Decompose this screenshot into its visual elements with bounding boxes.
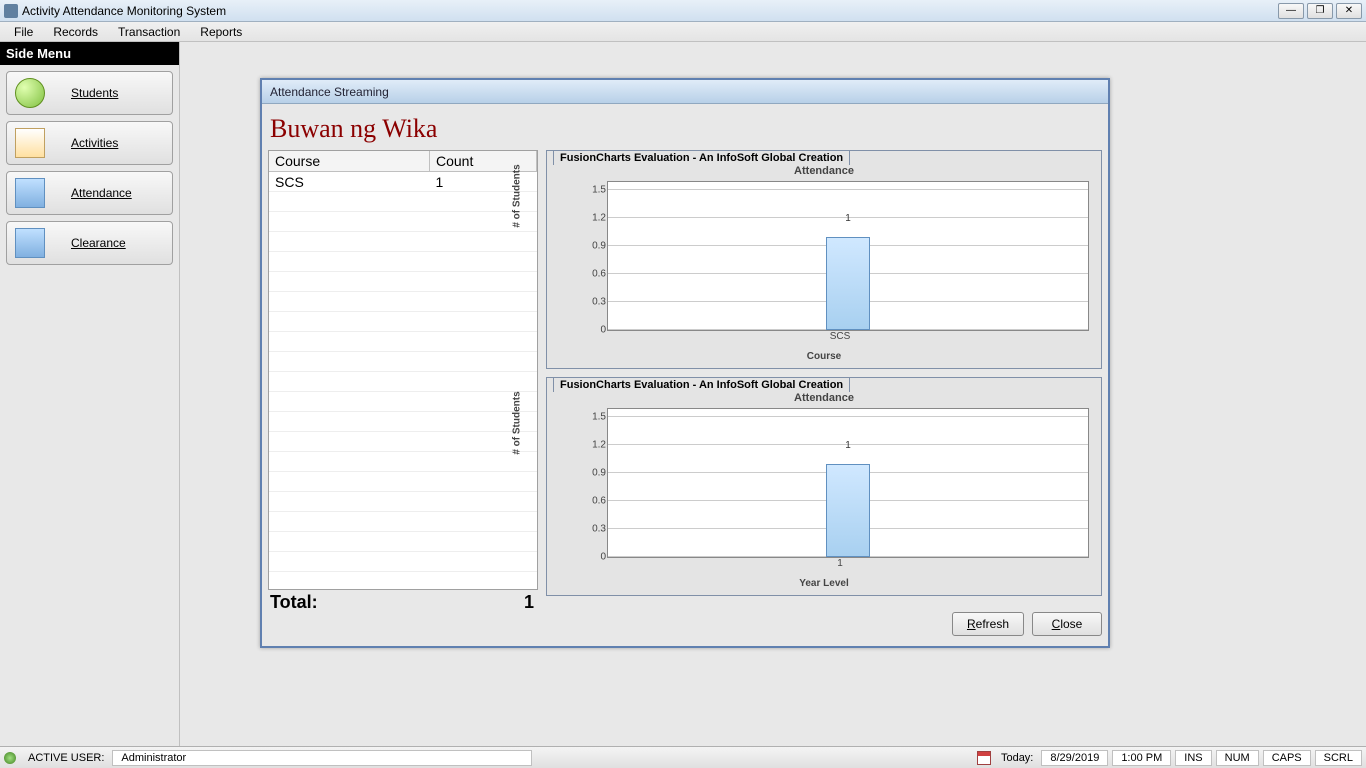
attendance-table: Course Count SCS1 <box>268 150 538 590</box>
caps-indicator: CAPS <box>1263 750 1311 766</box>
sidebar-item-attendance[interactable]: Attendance <box>6 171 173 215</box>
app-icon <box>4 4 18 18</box>
y-tick: 1.5 <box>582 185 606 196</box>
scrl-indicator: SCRL <box>1315 750 1362 766</box>
content-area: Attendance Streaming Buwan ng Wika Cours… <box>180 42 1366 746</box>
total-label: Total: <box>270 592 318 613</box>
maximize-button[interactable]: ❐ <box>1307 3 1333 19</box>
sidebar-item-label: Clearance <box>71 236 126 250</box>
plot-area: 00.30.60.91.21.51 <box>607 181 1089 331</box>
table-row-empty <box>269 312 537 332</box>
table-row-empty <box>269 392 537 412</box>
y-axis-label: # of Students <box>512 363 523 483</box>
inner-window-title: Attendance Streaming <box>262 80 1108 104</box>
sidebar-item-students[interactable]: Students <box>6 71 173 115</box>
bar <box>826 237 870 330</box>
activities-icon <box>15 128 45 158</box>
sidebar-item-label: Students <box>71 86 118 100</box>
chart-course: FusionCharts Evaluation - An InfoSoft Gl… <box>546 150 1102 369</box>
table-row-empty <box>269 512 537 532</box>
table-row-empty <box>269 272 537 292</box>
calendar-icon <box>977 751 991 765</box>
table-row-empty <box>269 452 537 472</box>
x-axis-label: Year Level <box>555 578 1093 589</box>
table-row-empty <box>269 352 537 372</box>
table-row-empty <box>269 432 537 452</box>
titlebar: Activity Attendance Monitoring System — … <box>0 0 1366 22</box>
ins-indicator: INS <box>1175 750 1211 766</box>
chart-eval-label: FusionCharts Evaluation - An InfoSoft Gl… <box>553 150 850 165</box>
table-row-empty <box>269 472 537 492</box>
table-row[interactable]: SCS1 <box>269 172 537 192</box>
statusbar: ACTIVE USER: Administrator Today: 8/29/2… <box>0 746 1366 768</box>
active-user-label: ACTIVE USER: <box>24 752 108 764</box>
bar <box>826 464 870 557</box>
chart-title: Attendance <box>555 165 1093 177</box>
time-value: 1:00 PM <box>1112 750 1171 766</box>
y-tick: 0.9 <box>582 241 606 252</box>
menu-reports[interactable]: Reports <box>190 23 252 41</box>
window-controls: — ❐ ✕ <box>1278 3 1362 19</box>
table-row-empty <box>269 332 537 352</box>
menu-file[interactable]: File <box>4 23 43 41</box>
active-user-value: Administrator <box>112 750 532 766</box>
close-button[interactable]: Close <box>1032 612 1102 636</box>
bar-value-label: 1 <box>845 213 851 224</box>
table-row-empty <box>269 252 537 272</box>
sidebar-item-activities[interactable]: Activities <box>6 121 173 165</box>
sidebar-item-label: Activities <box>71 136 118 150</box>
col-course[interactable]: Course <box>269 151 430 172</box>
side-menu: Side Menu Students Activities Attendance… <box>0 42 180 746</box>
minimize-button[interactable]: — <box>1278 3 1304 19</box>
main-area: Side Menu Students Activities Attendance… <box>0 42 1366 746</box>
user-icon <box>4 752 16 764</box>
menubar: File Records Transaction Reports <box>0 22 1366 42</box>
window-title: Activity Attendance Monitoring System <box>22 4 226 18</box>
side-menu-header: Side Menu <box>0 42 179 65</box>
x-tick: 1 <box>837 558 843 569</box>
table-row-empty <box>269 492 537 512</box>
table-row-empty <box>269 192 537 212</box>
bar-value-label: 1 <box>845 440 851 451</box>
today-label: Today: <box>997 752 1037 764</box>
sidebar-item-label: Attendance <box>71 186 132 200</box>
sidebar-item-clearance[interactable]: Clearance <box>6 221 173 265</box>
table-row-empty <box>269 292 537 312</box>
table-row-empty <box>269 212 537 232</box>
y-tick: 1.2 <box>582 213 606 224</box>
chart-title: Attendance <box>555 392 1093 404</box>
num-indicator: NUM <box>1216 750 1259 766</box>
table-row-empty <box>269 372 537 392</box>
table-row-empty <box>269 412 537 432</box>
menu-transaction[interactable]: Transaction <box>108 23 190 41</box>
y-axis-label: # of Students <box>512 136 523 256</box>
y-tick: 0.6 <box>582 269 606 280</box>
event-title: Buwan ng Wika <box>268 110 1102 150</box>
chart-eval-label: FusionCharts Evaluation - An InfoSoft Gl… <box>553 377 850 392</box>
y-tick: 1.2 <box>582 440 606 451</box>
cell-course: SCS <box>269 172 430 192</box>
menu-records[interactable]: Records <box>43 23 108 41</box>
x-tick: SCS <box>830 331 851 342</box>
chart-year-level: FusionCharts Evaluation - An InfoSoft Gl… <box>546 377 1102 596</box>
y-tick: 1.5 <box>582 412 606 423</box>
refresh-button[interactable]: Refresh <box>952 612 1024 636</box>
plot-area: 00.30.60.91.21.51 <box>607 408 1089 558</box>
close-window-button[interactable]: ✕ <box>1336 3 1362 19</box>
total-row: Total: 1 <box>268 590 538 613</box>
attendance-streaming-window: Attendance Streaming Buwan ng Wika Cours… <box>260 78 1110 648</box>
total-value: 1 <box>524 592 534 613</box>
x-axis-label: Course <box>555 351 1093 362</box>
students-icon <box>15 78 45 108</box>
y-tick: 0.9 <box>582 468 606 479</box>
table-row-empty <box>269 532 537 552</box>
y-tick: 0.3 <box>582 297 606 308</box>
table-row-empty <box>269 552 537 572</box>
attendance-icon <box>15 178 45 208</box>
date-value: 8/29/2019 <box>1041 750 1108 766</box>
y-tick: 0.3 <box>582 524 606 535</box>
table-row-empty <box>269 232 537 252</box>
clearance-icon <box>15 228 45 258</box>
y-tick: 0.6 <box>582 496 606 507</box>
